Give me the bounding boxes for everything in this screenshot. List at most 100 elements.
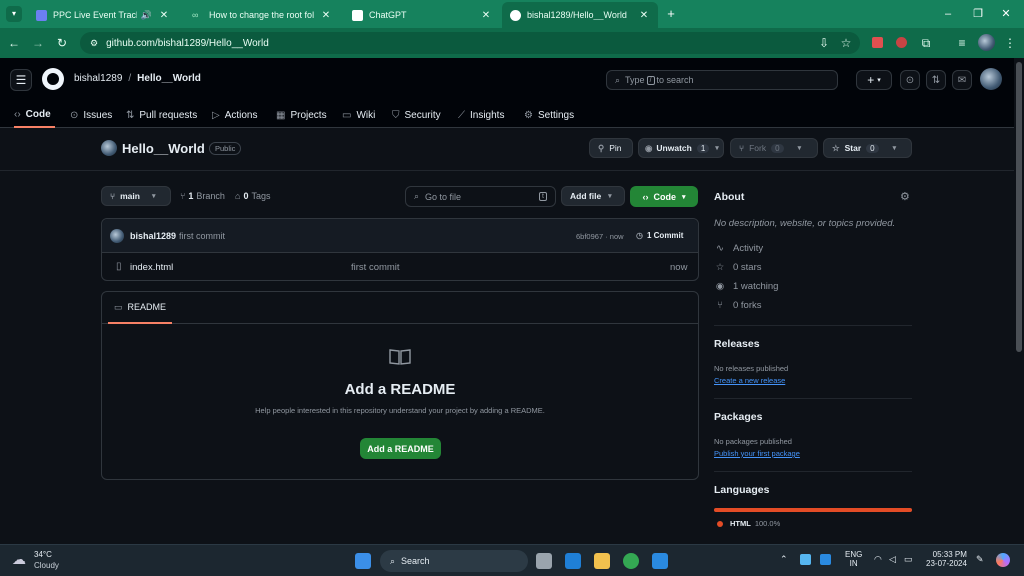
commit-author-avatar[interactable] — [110, 229, 124, 243]
scrollbar-thumb[interactable] — [1016, 62, 1022, 352]
chevron-down-icon[interactable]: ▾ — [798, 144, 802, 152]
tab-wiki[interactable]: ▭ Wiki — [342, 103, 375, 128]
publish-package-link[interactable]: Publish your first package — [714, 449, 800, 458]
branches-link[interactable]: ⑂ 1 Branch — [180, 191, 225, 201]
tab-search-chevron-icon[interactable]: ▾ — [6, 6, 22, 22]
cloud-weather-icon[interactable]: ☁ — [12, 551, 26, 568]
extensions-puzzle-icon[interactable]: ⧉ — [918, 35, 934, 51]
volume-icon[interactable]: ◁ — [889, 554, 896, 565]
issues-circle-icon[interactable]: ⊙ — [900, 70, 920, 90]
github-logo-icon[interactable] — [42, 68, 64, 90]
taskbar-search-box[interactable]: ⌕ Search — [380, 550, 528, 572]
repo-link[interactable]: Hello__World — [137, 73, 201, 84]
user-avatar[interactable] — [980, 68, 1002, 90]
close-tab-icon[interactable]: ✕ — [480, 10, 492, 21]
chevron-down-icon[interactable]: ▾ — [893, 144, 897, 152]
pull-requests-icon[interactable]: ⇅ — [926, 70, 946, 90]
chrome-menu-icon[interactable]: ⋮ — [1002, 35, 1018, 51]
tags-link[interactable]: ⌂ 0 Tags — [235, 191, 270, 201]
commit-message[interactable]: first commit — [179, 231, 225, 241]
create-new-button[interactable]: + ▾ — [856, 70, 892, 90]
chevron-down-icon[interactable]: ▾ — [715, 144, 719, 152]
site-info-icon[interactable]: ⚙ — [90, 38, 98, 49]
unwatch-button[interactable]: ◉ Unwatch 1 ▾ — [638, 138, 724, 158]
activity-link[interactable]: ∿ Activity — [714, 243, 763, 254]
branch-select-button[interactable]: ⑂ main ▾ — [101, 186, 171, 206]
code-dropdown-button[interactable]: ‹› Code ▾ — [630, 186, 698, 207]
clock[interactable]: 05:33 PM 23-07-2024 — [926, 550, 967, 568]
language-indicator[interactable]: ENG IN — [845, 550, 862, 568]
extension-red-icon[interactable] — [872, 37, 883, 48]
close-tab-icon[interactable]: ✕ — [638, 10, 650, 21]
close-tab-icon[interactable]: ✕ — [158, 10, 170, 21]
commits-link[interactable]: ◷ 1 Commit — [636, 231, 683, 240]
repo-title[interactable]: Hello__World — [122, 141, 205, 156]
add-file-button[interactable]: Add file ▾ — [561, 186, 625, 206]
releases-heading[interactable]: Releases — [714, 338, 760, 350]
settings-gear-icon[interactable]: ⚙ — [900, 190, 910, 203]
file-explorer-icon[interactable] — [594, 553, 610, 569]
extension-circle-icon[interactable] — [896, 37, 907, 48]
forks-link[interactable]: ⑂ 0 forks — [714, 300, 761, 311]
file-name-link[interactable]: index.html — [130, 262, 173, 273]
tab-insights[interactable]: ⟋ Insights — [458, 103, 504, 128]
battery-icon[interactable]: ▭ — [904, 554, 913, 565]
forward-arrow-icon[interactable]: → — [30, 35, 46, 51]
weather-temp[interactable]: 34°C — [34, 550, 52, 559]
tray-vpn-icon[interactable] — [820, 554, 831, 565]
inbox-icon[interactable]: ✉ — [952, 70, 972, 90]
address-bar[interactable]: ⚙ github.com/bishal1289/Hello__World — [80, 32, 860, 54]
tab-pull-requests[interactable]: ⇅ Pull requests — [126, 103, 197, 128]
browser-tab-ppc[interactable]: PPC Live Event Track-1 | Mi 🔊 ✕ — [28, 4, 178, 26]
tab-code[interactable]: ‹› Code — [14, 103, 55, 128]
close-window-icon[interactable]: ✕ — [998, 6, 1014, 22]
tab-settings[interactable]: ⚙ Settings — [524, 103, 574, 128]
browser-tab-root-folder[interactable]: ∞ How to change the root folder ✕ — [184, 4, 340, 26]
hamburger-menu-icon[interactable]: ☰ — [10, 69, 32, 91]
pin-button[interactable]: ⚲ Pin — [589, 138, 633, 158]
tab-issues[interactable]: ⊙ Issues — [70, 103, 112, 128]
file-commit-message[interactable]: first commit — [351, 262, 400, 273]
tray-chevron-up-icon[interactable]: ⌃ — [780, 554, 788, 565]
copilot-icon[interactable] — [996, 553, 1010, 567]
bookmark-star-icon[interactable]: ☆ — [838, 35, 854, 51]
profile-avatar[interactable] — [978, 34, 995, 51]
add-readme-button[interactable]: Add a README — [360, 438, 441, 459]
notification-icon[interactable]: ✎ — [976, 554, 984, 565]
weather-condition[interactable]: Cloudy — [34, 561, 59, 570]
commit-hash-time[interactable]: 6bf0967 · now — [576, 232, 624, 241]
mail-icon[interactable] — [565, 553, 581, 569]
new-tab-button[interactable]: + — [664, 6, 678, 22]
tray-app-icon[interactable] — [800, 554, 811, 565]
search-input[interactable]: ⌕ Type / to search — [606, 70, 838, 90]
browser-tab-chatgpt[interactable]: ChatGPT ✕ — [344, 4, 500, 26]
back-arrow-icon[interactable]: ← — [6, 35, 22, 51]
owner-link[interactable]: bishal1289 — [74, 73, 122, 84]
windows-start-icon[interactable] — [355, 553, 371, 569]
task-view-icon[interactable] — [536, 553, 552, 569]
restore-icon[interactable]: ❐ — [970, 6, 986, 22]
audio-icon[interactable]: 🔊 — [141, 10, 152, 21]
close-tab-icon[interactable]: ✕ — [320, 10, 332, 21]
go-to-file-input[interactable]: ⌕ Go to file t — [405, 186, 556, 207]
minimize-icon[interactable]: – — [940, 6, 956, 22]
tab-actions[interactable]: ▷ Actions — [212, 103, 258, 128]
wifi-icon[interactable]: ◠ — [874, 554, 882, 565]
vscode-icon[interactable] — [652, 553, 668, 569]
reading-list-icon[interactable]: ≡ — [954, 35, 970, 51]
fork-button[interactable]: ⑂ Fork 0 ▾ — [730, 138, 818, 158]
stars-link[interactable]: ☆ 0 stars — [714, 262, 762, 273]
star-button[interactable]: ☆ Star 0 ▾ — [823, 138, 912, 158]
tab-readme[interactable]: ▭ README — [108, 292, 173, 324]
language-item-html[interactable]: HTML 100.0% — [717, 519, 780, 528]
packages-heading[interactable]: Packages — [714, 411, 762, 423]
reload-icon[interactable]: ↻ — [54, 35, 70, 51]
tab-security[interactable]: ⛉ Security — [392, 103, 441, 128]
browser-tab-github[interactable]: bishal1289/Hello__World ✕ — [502, 2, 658, 28]
chrome-icon[interactable] — [623, 553, 639, 569]
install-app-icon[interactable]: ⇩ — [816, 35, 832, 51]
watchers-link[interactable]: ◉ 1 watching — [714, 281, 779, 292]
repo-owner-avatar[interactable] — [101, 140, 117, 156]
tab-projects[interactable]: ▦ Projects — [276, 103, 327, 128]
commit-author[interactable]: bishal1289 — [130, 231, 176, 241]
